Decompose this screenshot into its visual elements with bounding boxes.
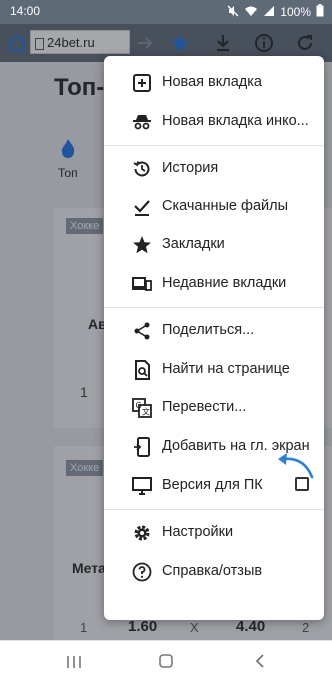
menu-item-bookmarks[interactable]: Закладки xyxy=(104,227,324,263)
battery-level: 100% xyxy=(280,5,311,19)
incognito-icon xyxy=(132,112,152,132)
menu-label: Версия для ПК xyxy=(162,477,263,493)
wifi-icon xyxy=(244,5,258,20)
signal-icon xyxy=(263,5,275,20)
menu-item-translate[interactable]: G文 Перевести... xyxy=(104,390,324,426)
menu-label: Настройки xyxy=(162,524,234,540)
recent-apps-icon[interactable] xyxy=(66,655,82,673)
add-to-home-icon xyxy=(132,437,152,457)
menu-item-desktop-site[interactable]: Версия для ПК xyxy=(104,468,324,504)
menu-item-incognito[interactable]: Новая вкладка инко... xyxy=(104,104,324,140)
menu-divider xyxy=(104,307,324,308)
clock: 14:00 xyxy=(10,4,41,18)
menu-label: Новая вкладка инко... xyxy=(162,113,309,129)
menu-item-find-in-page[interactable]: Найти на странице xyxy=(104,352,324,388)
status-bar: 14:00 100% xyxy=(0,0,332,24)
menu-item-help[interactable]: Справка/отзыв xyxy=(104,554,324,590)
menu-item-recent-tabs[interactable]: Недавние вкладки xyxy=(104,266,324,302)
translate-icon: G文 xyxy=(132,398,152,418)
menu-item-downloads[interactable]: Скачанные файлы xyxy=(104,189,324,225)
menu-label: Справка/отзыв xyxy=(162,563,263,579)
menu-label: Закладки xyxy=(162,236,225,252)
menu-label: История xyxy=(162,160,219,176)
menu-label: Скачанные файлы xyxy=(162,198,289,214)
back-nav-icon[interactable] xyxy=(254,654,266,673)
desktop-site-checkbox[interactable] xyxy=(295,477,309,491)
menu-item-history[interactable]: История xyxy=(104,151,324,187)
downloads-icon xyxy=(132,197,152,217)
new-tab-icon xyxy=(132,73,152,93)
svg-text:G: G xyxy=(136,401,142,410)
browser-overflow-menu: Новая вкладка Новая вкладка инко... Исто… xyxy=(104,56,324,620)
menu-item-settings[interactable]: Настройки xyxy=(104,515,324,551)
menu-label: Найти на странице xyxy=(162,361,290,377)
share-icon xyxy=(132,321,152,341)
menu-label: Поделиться... xyxy=(162,322,255,338)
history-icon xyxy=(132,159,152,179)
gear-icon xyxy=(132,523,152,543)
devices-icon xyxy=(132,274,152,294)
menu-label: Новая вкладка xyxy=(162,74,262,90)
help-icon xyxy=(132,562,152,582)
system-icons: 100% xyxy=(227,4,324,20)
desktop-icon xyxy=(132,476,152,496)
menu-label: Недавние вкладки xyxy=(162,275,287,291)
menu-divider xyxy=(104,145,324,146)
menu-divider xyxy=(104,509,324,510)
find-icon xyxy=(132,360,152,380)
menu-item-new-tab[interactable]: Новая вкладка xyxy=(104,65,324,101)
menu-item-share[interactable]: Поделиться... xyxy=(104,313,324,349)
mute-icon xyxy=(227,5,239,20)
battery-icon xyxy=(316,4,324,20)
star-icon xyxy=(132,235,152,255)
system-nav-bar xyxy=(0,640,332,681)
svg-text:文: 文 xyxy=(142,407,150,417)
menu-label: Перевести... xyxy=(162,399,247,415)
home-nav-icon[interactable] xyxy=(159,654,173,673)
